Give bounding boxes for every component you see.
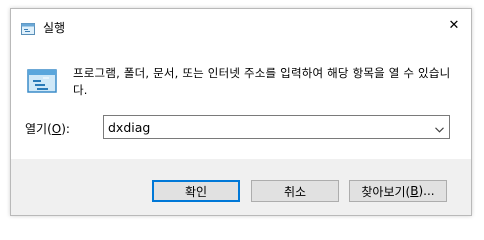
dropdown-button[interactable]	[429, 116, 449, 138]
title-bar[interactable]: 실행 ✕	[11, 9, 471, 43]
button-footer: 확인 취소 찾아보기(B)...	[11, 159, 471, 215]
browse-button[interactable]: 찾아보기(B)...	[349, 180, 447, 202]
description-text: 프로그램, 폴더, 문서, 또는 인터넷 주소를 입력하여 해당 항목을 열 수…	[73, 66, 451, 97]
window-title: 실행	[43, 21, 66, 35]
chevron-down-icon	[434, 118, 444, 137]
open-combobox[interactable]	[103, 115, 450, 139]
open-input[interactable]	[108, 117, 418, 137]
run-icon	[21, 20, 35, 35]
open-label: 열기(O):	[25, 122, 70, 136]
close-icon: ✕	[448, 17, 460, 33]
ok-button[interactable]: 확인	[152, 180, 240, 202]
run-dialog: 실행 ✕ 프로그램, 폴더, 문서, 또는 인터넷 주소를 입력하여 해당 항목…	[10, 8, 472, 216]
cancel-button[interactable]: 취소	[251, 180, 339, 202]
close-button[interactable]: ✕	[437, 9, 471, 41]
run-icon	[27, 69, 57, 93]
